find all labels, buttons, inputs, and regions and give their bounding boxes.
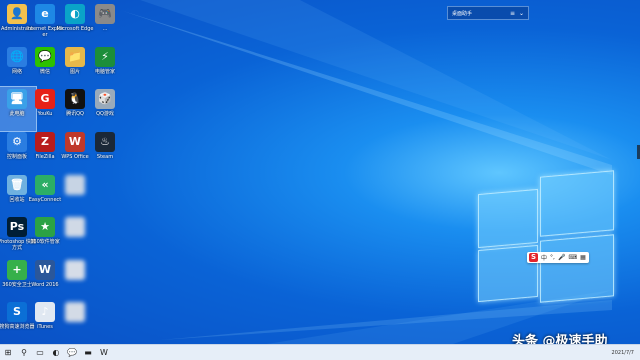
qqgame-icon: 🎲 (95, 89, 115, 109)
blur1-icon (65, 175, 85, 195)
blur3-icon (65, 260, 85, 280)
360safe-icon: + (7, 260, 27, 280)
taskbar-folder[interactable]: ▬ (80, 345, 96, 360)
wechat-icon: 💬 (35, 47, 55, 67)
windows-logo (478, 164, 618, 306)
desktop-icon-label: ... (102, 26, 108, 32)
ime-toolbar[interactable]: S 中 °, 🎤 ⌨ ▦ (527, 252, 589, 263)
filezilla-icon: Z (35, 132, 55, 152)
admin-icon: 👤 (7, 4, 27, 24)
360-icon: ★ (35, 217, 55, 237)
control-icon: ⚙ (7, 132, 27, 152)
start-button[interactable]: ⊞ (0, 345, 16, 360)
ps-icon: Ps (7, 217, 27, 237)
punctuation-toggle[interactable]: °, (550, 254, 555, 261)
keyboard-icon[interactable]: ⌨ (568, 254, 577, 261)
desktop-icon-game[interactable]: 🎮... (86, 2, 124, 46)
chevron-down-icon[interactable]: ⌄ (519, 10, 524, 17)
game-icon: 🎮 (95, 4, 115, 24)
blur4-icon (65, 302, 85, 322)
clock-date[interactable]: 2021/7/7 (612, 350, 634, 356)
steam-icon: ♨ (95, 132, 115, 152)
desktop-icon-blur4[interactable] (56, 300, 94, 344)
sogou-ime-icon[interactable]: S (529, 253, 538, 262)
blur2-icon (65, 217, 85, 237)
task-view-button[interactable]: ▭ (32, 345, 48, 360)
widget-title: 桌面助手 (452, 10, 473, 17)
taskbar-wechat[interactable]: 💬 (64, 345, 80, 360)
itunes-icon: ♪ (35, 302, 55, 322)
network-icon: 🌐 (7, 47, 27, 67)
taskbar: ⊞ ⚲ ▭ ◐ 💬 ▬ W 2021/7/7 (0, 344, 640, 360)
grid-icon[interactable]: ▦ (580, 254, 586, 261)
desktop-icon-qqgame[interactable]: 🎲 QQ游戏 (86, 87, 124, 131)
desktop-icon-steam[interactable]: ♨ Steam (86, 130, 124, 174)
easy-icon: « (35, 175, 55, 195)
system-tray: 2021/7/7 (612, 350, 640, 356)
desktop-icon-pc-manager[interactable]: ⚡ 电脑管家 (86, 45, 124, 89)
recycle-icon: 🗑 (7, 175, 27, 195)
search-button[interactable]: ⚲ (16, 345, 32, 360)
desktop-icon-label: 电脑管家 (94, 69, 115, 75)
wps-icon: W (65, 132, 85, 152)
edge-icon: ◐ (65, 4, 85, 24)
taskbar-word[interactable]: W (96, 345, 112, 360)
desktop-icon-label: QQ游戏 (96, 111, 114, 117)
computer-icon: 🖥 (7, 89, 27, 109)
desktop-icon-blur2[interactable] (56, 215, 94, 259)
desktop-icon-label: Steam (96, 154, 114, 160)
microphone-icon[interactable]: 🎤 (558, 254, 565, 261)
qq-icon: 🐧 (65, 89, 85, 109)
ie-icon: e (35, 4, 55, 24)
youku-icon: G (35, 89, 55, 109)
sogou-icon: S (7, 302, 27, 322)
ime-mode-toggle[interactable]: 中 (541, 253, 547, 262)
folder-icon: 📁 (65, 47, 85, 67)
taskbar-edge[interactable]: ◐ (48, 345, 64, 360)
pc-manager-icon: ⚡ (95, 47, 115, 67)
list-icon[interactable]: ≡ (510, 10, 515, 17)
desktop-assistant-widget[interactable]: 桌面助手 ≡ ⌄ (447, 6, 529, 20)
word-icon: W (35, 260, 55, 280)
desktop-icon-blur1[interactable] (56, 173, 94, 217)
desktop-icon-blur3[interactable] (56, 258, 94, 302)
